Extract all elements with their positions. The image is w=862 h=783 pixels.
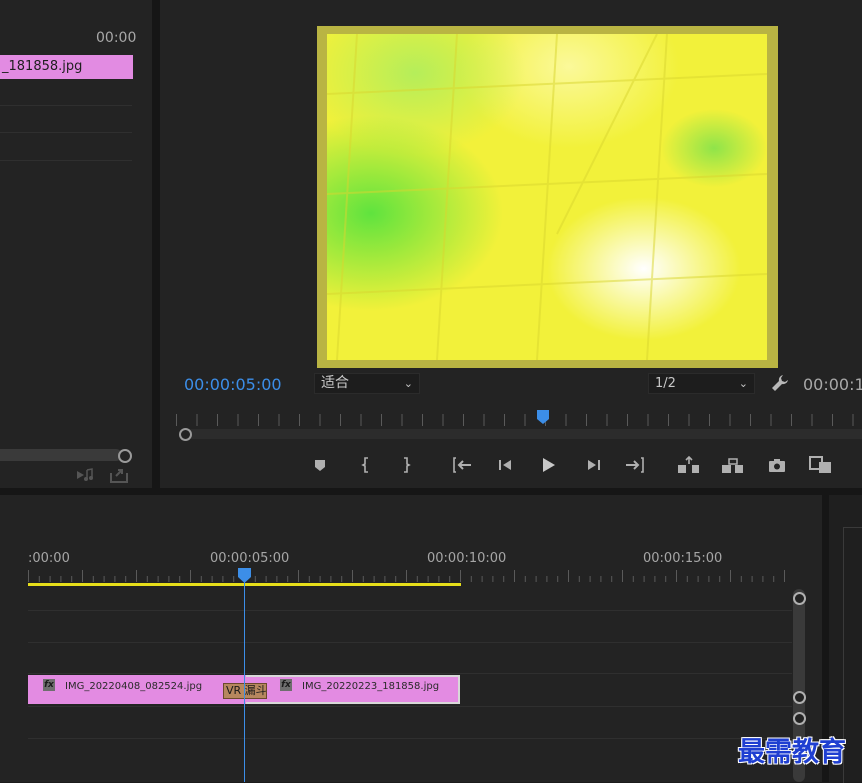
track-divider <box>0 160 132 161</box>
audio-icon[interactable] <box>76 468 94 482</box>
source-clip[interactable]: _181858.jpg <box>0 55 133 79</box>
compare-button[interactable] <box>809 455 831 475</box>
marker-icon <box>315 460 325 471</box>
resolution-dropdown[interactable]: 1/2 ⌄ <box>648 373 755 394</box>
track-divider <box>28 673 792 674</box>
track-divider <box>0 132 132 133</box>
mark-out-button[interactable] <box>395 455 417 475</box>
track-divider <box>28 610 792 611</box>
export-icon[interactable] <box>110 467 128 483</box>
extract-button[interactable] <box>721 455 743 475</box>
chevron-down-icon: ⌄ <box>403 377 413 390</box>
monitor-zoom-scrollbar[interactable] <box>180 429 862 439</box>
panel-divider[interactable] <box>152 0 160 488</box>
wrench-icon[interactable] <box>770 373 790 393</box>
playhead-timecode[interactable]: 00:00:05:00 <box>184 375 282 394</box>
go-to-in-button[interactable] <box>451 455 473 475</box>
fx-badge: fx <box>280 679 292 691</box>
watermark-logo: 最需教育 <box>738 737 846 768</box>
mark-in-button[interactable] <box>355 455 377 475</box>
play-icon <box>543 458 555 472</box>
mark-out-icon <box>404 457 411 473</box>
source-timecode: 00:00 <box>96 30 137 46</box>
zoom-handle[interactable] <box>179 428 192 441</box>
scroll-handle-top[interactable] <box>793 712 806 725</box>
step-forward-button[interactable] <box>583 455 605 475</box>
clip-name: IMG_20220223_181858.jpg <box>302 681 440 692</box>
play-button[interactable] <box>537 455 559 475</box>
scroll-handle-bottom[interactable] <box>793 691 806 704</box>
fx-badge: fx <box>43 679 55 691</box>
add-marker-button[interactable] <box>309 455 331 475</box>
step-back-icon <box>499 460 511 470</box>
track-divider <box>28 738 792 739</box>
playhead-line <box>244 580 245 782</box>
ruler-label: 00:00:10:00 <box>427 551 507 566</box>
ruler-label: 00:00:05:00 <box>210 551 290 566</box>
compare-icon <box>809 456 831 473</box>
timeline-ruler[interactable] <box>28 568 792 584</box>
step-back-button[interactable] <box>494 455 516 475</box>
resolution-value: 1/2 <box>655 376 676 391</box>
lift-icon <box>678 456 699 473</box>
go-to-out-button[interactable] <box>624 455 646 475</box>
mark-in-icon <box>361 457 368 473</box>
clip-name: IMG_20220408_082524.jpg <box>65 681 203 692</box>
step-forward-icon <box>588 460 600 470</box>
video-preview[interactable] <box>327 34 767 360</box>
track-divider <box>0 105 132 106</box>
source-scroll-handle[interactable] <box>118 449 132 463</box>
fit-value: 适合 <box>321 375 349 391</box>
source-scrollbar[interactable] <box>0 449 122 461</box>
playhead-marker[interactable] <box>536 409 550 425</box>
chevron-down-icon: ⌄ <box>738 377 748 390</box>
extract-icon <box>722 458 743 473</box>
ruler-label: 00:00:15:00 <box>643 551 723 566</box>
camera-icon <box>769 459 785 472</box>
transition-effect[interactable]: VR 漏斗 <box>223 683 267 699</box>
go-to-in-icon <box>453 457 471 473</box>
ruler-label: :00:00 <box>28 551 70 566</box>
export-frame-button[interactable] <box>766 455 788 475</box>
lift-button[interactable] <box>677 455 699 475</box>
fit-dropdown[interactable]: 适合 ⌄ <box>314 373 420 394</box>
duration-timecode: 00:00:1 <box>803 375 862 394</box>
track-divider <box>28 706 792 707</box>
timeline-playhead[interactable] <box>237 567 252 584</box>
panel-divider[interactable] <box>0 488 862 495</box>
scroll-handle-top[interactable] <box>793 592 806 605</box>
go-to-out-icon <box>626 457 644 473</box>
monitor-ruler[interactable] <box>176 412 862 426</box>
track-divider <box>28 642 792 643</box>
